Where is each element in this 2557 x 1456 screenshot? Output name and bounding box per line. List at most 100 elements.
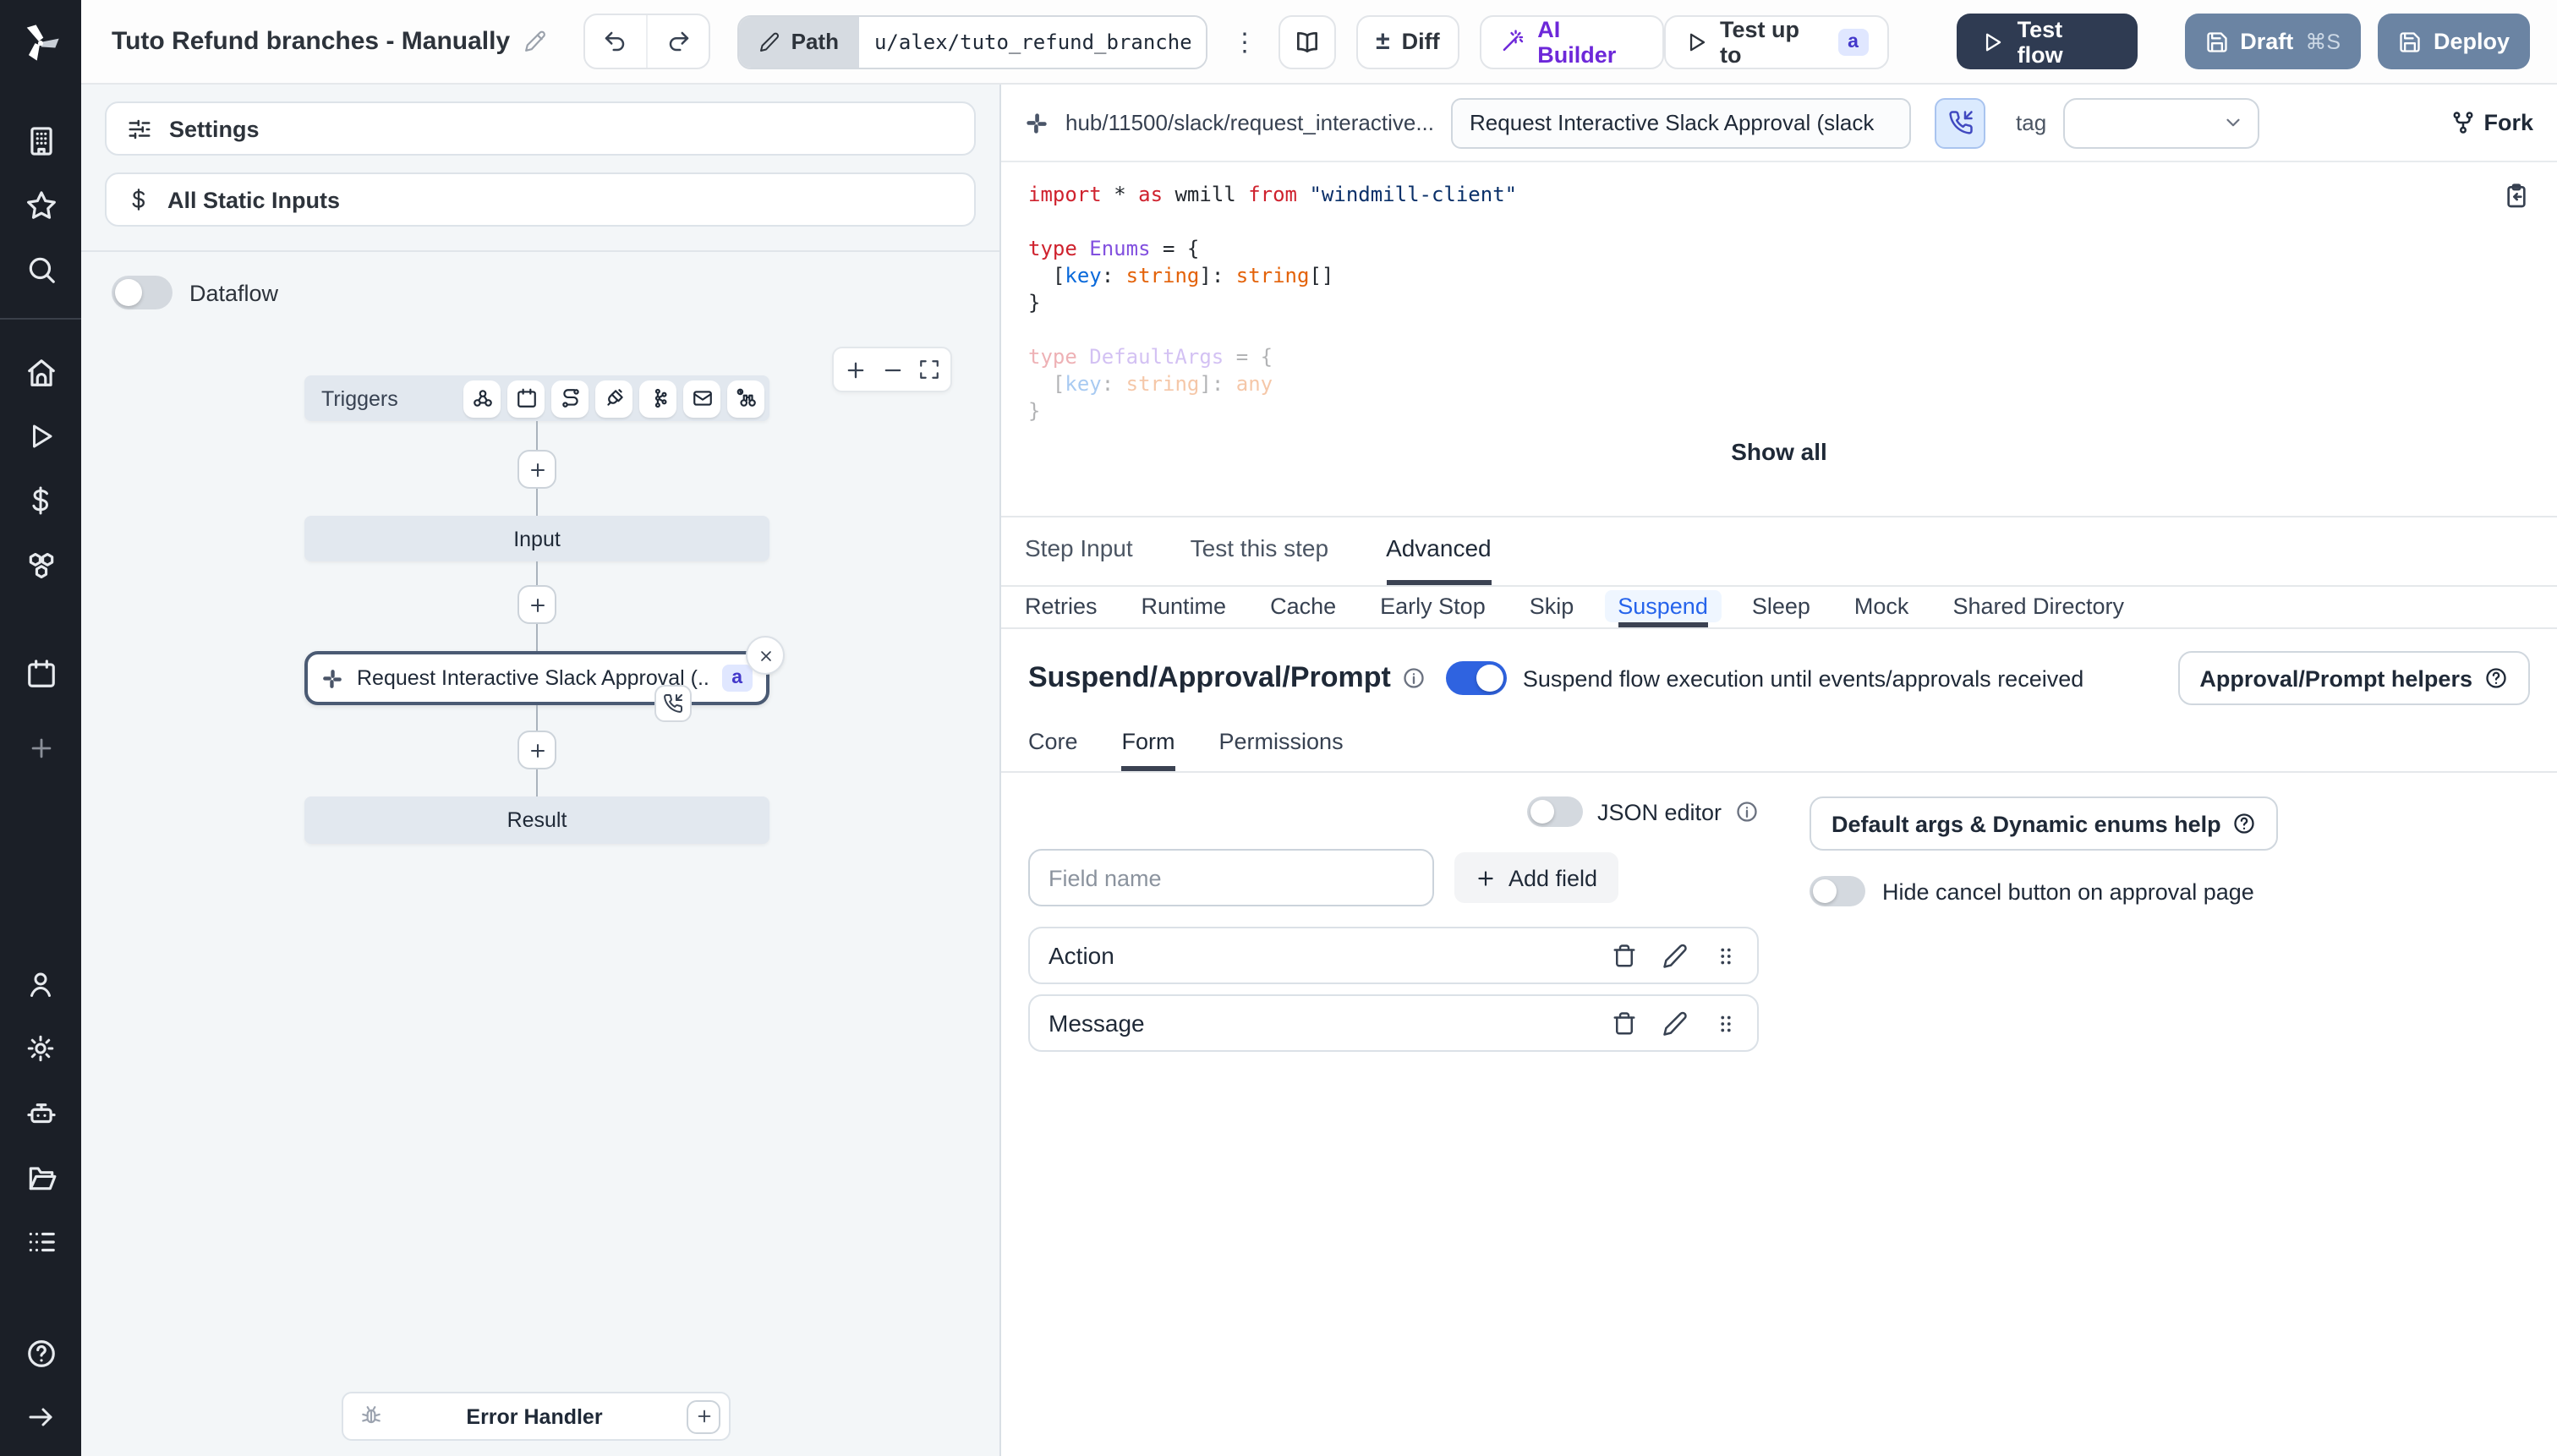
code-editor[interactable]: import * as wmill from "windmill-client"… [1001, 162, 2557, 517]
expand-arrow-icon[interactable] [0, 1388, 81, 1446]
edit-field-icon[interactable] [1662, 943, 1688, 968]
subtab-cache[interactable]: Cache [1270, 587, 1336, 627]
windmill-logo[interactable] [0, 0, 81, 84]
form-field-row-action[interactable]: Action [1028, 927, 1759, 984]
tab-form[interactable]: Form [1121, 729, 1175, 771]
subtab-skip[interactable]: Skip [1530, 587, 1574, 627]
insert-step-button[interactable] [517, 450, 556, 489]
ai-builder-button[interactable]: AI Builder [1480, 14, 1665, 68]
subtab-retries[interactable]: Retries [1025, 587, 1098, 627]
settings-gear-icon[interactable] [0, 1020, 81, 1077]
insert-step-button[interactable] [517, 585, 556, 624]
resources-icon[interactable] [0, 536, 81, 594]
triggers-node[interactable]: Triggers [304, 375, 769, 421]
play-icon [1985, 32, 2001, 51]
path-input[interactable] [858, 16, 1207, 67]
scheduled-poll-trigger-icon[interactable] [727, 380, 764, 417]
result-node[interactable]: Result [304, 796, 769, 844]
field-name-input[interactable] [1028, 849, 1434, 906]
subtab-shared-directory[interactable]: Shared Directory [1952, 587, 2124, 627]
subtab-early-stop[interactable]: Early Stop [1380, 587, 1486, 627]
tab-permissions[interactable]: Permissions [1219, 729, 1344, 771]
rail-divider [0, 318, 81, 320]
dataflow-toggle[interactable] [112, 276, 172, 309]
zoom-in-icon[interactable] [844, 358, 868, 381]
tag-select[interactable] [2063, 97, 2260, 148]
folders-icon[interactable] [0, 1148, 81, 1206]
draft-button[interactable]: Draft ⌘S [2184, 14, 2361, 69]
suspend-toggle[interactable] [1446, 661, 1508, 695]
insert-step-button[interactable] [517, 731, 556, 769]
deploy-button[interactable]: Deploy [2378, 14, 2531, 69]
logs-list-icon[interactable] [0, 1212, 81, 1270]
edit-field-icon[interactable] [1662, 1010, 1688, 1036]
email-trigger-icon[interactable] [683, 380, 720, 417]
json-editor-label: JSON editor [1596, 799, 1722, 824]
http-route-trigger-icon[interactable] [551, 380, 589, 417]
runs-icon[interactable] [0, 408, 81, 465]
tab-step-input[interactable]: Step Input [1025, 517, 1133, 585]
webhook-trigger-icon[interactable] [463, 380, 501, 417]
drag-handle-icon[interactable] [1713, 1010, 1738, 1036]
path-group: Path [736, 14, 1208, 68]
path-button[interactable]: Path [738, 16, 859, 67]
kafka-trigger-icon[interactable] [639, 380, 676, 417]
workspace-icon[interactable] [0, 112, 81, 169]
test-up-to-button[interactable]: Test up to a [1664, 14, 1889, 68]
default-args-help-button[interactable]: Default args & Dynamic enums help [1810, 796, 2279, 851]
delete-field-icon[interactable] [1612, 943, 1637, 968]
approval-prompt-helpers-button[interactable]: Approval/Prompt helpers [2177, 651, 2530, 705]
fit-view-icon[interactable] [918, 359, 940, 380]
subtab-suspend[interactable]: Suspend [1604, 587, 1722, 627]
search-icon[interactable] [0, 240, 81, 298]
add-field-button[interactable]: Add field [1454, 852, 1618, 903]
subtab-sleep[interactable]: Sleep [1752, 587, 1810, 627]
hub-script-path[interactable]: hub/11500/slack/request_interactive... [1065, 110, 1434, 135]
json-editor-toggle[interactable] [1527, 796, 1584, 827]
step-summary-input[interactable] [1451, 97, 1912, 148]
flow-settings-button[interactable]: Settings [105, 101, 976, 156]
diff-button[interactable]: ± Diff [1355, 14, 1460, 68]
schedule-trigger-icon[interactable] [507, 380, 545, 417]
tab-advanced[interactable]: Advanced [1386, 517, 1492, 585]
edit-title-icon[interactable] [523, 30, 545, 52]
all-static-inputs-button[interactable]: All Static Inputs [105, 172, 976, 227]
tab-test-this-step[interactable]: Test this step [1191, 517, 1328, 585]
add-plus-icon[interactable] [0, 719, 81, 776]
delete-field-icon[interactable] [1612, 1010, 1637, 1036]
step-tabs: Step Input Test this step Advanced [1001, 517, 2557, 587]
error-handler-node[interactable]: Error Handler [342, 1392, 731, 1441]
info-icon[interactable] [1403, 666, 1426, 690]
subtab-runtime[interactable]: Runtime [1142, 587, 1227, 627]
fork-button[interactable]: Fork [2450, 110, 2533, 135]
help-icon[interactable] [0, 1324, 81, 1382]
input-node[interactable]: Input [304, 516, 769, 561]
variables-icon[interactable] [0, 472, 81, 529]
suspend-title: Suspend/Approval/Prompt [1028, 661, 1391, 693]
add-error-handler-button[interactable] [687, 1399, 720, 1433]
undo-button[interactable] [584, 15, 646, 68]
user-icon[interactable] [0, 955, 81, 1013]
hide-cancel-toggle[interactable] [1810, 876, 1865, 906]
favorites-star-icon[interactable] [0, 176, 81, 233]
delete-step-button[interactable] [746, 636, 785, 675]
more-options-button[interactable]: ⋮ [1231, 26, 1258, 57]
zoom-out-icon[interactable] [881, 358, 905, 381]
redo-button[interactable] [646, 15, 708, 68]
subtab-mock[interactable]: Mock [1854, 587, 1909, 627]
tab-core[interactable]: Core [1028, 729, 1078, 771]
workers-bot-icon[interactable] [0, 1084, 81, 1141]
websocket-trigger-icon[interactable] [595, 380, 632, 417]
drag-handle-icon[interactable] [1713, 943, 1738, 968]
home-icon[interactable] [0, 343, 81, 401]
test-flow-button[interactable]: Test flow [1956, 14, 2138, 69]
suspend-phone-button[interactable] [1935, 97, 1986, 148]
clipboard-copy-icon[interactable] [2503, 183, 2530, 210]
info-icon[interactable] [1735, 800, 1759, 824]
approval-step-node[interactable]: Request Interactive Slack Approval (... … [304, 636, 785, 722]
form-field-row-message[interactable]: Message [1028, 994, 1759, 1052]
left-nav-rail [0, 85, 81, 1456]
show-all-button[interactable]: Show all [1028, 438, 2530, 465]
schedules-calendar-icon[interactable] [0, 644, 81, 702]
docs-book-button[interactable] [1278, 14, 1336, 68]
